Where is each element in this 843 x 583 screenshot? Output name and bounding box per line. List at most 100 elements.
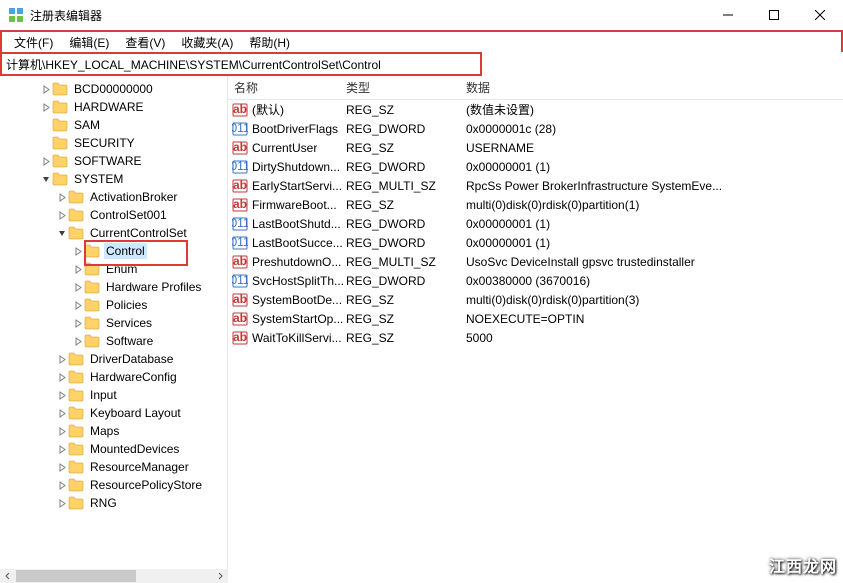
chevron-icon[interactable] bbox=[72, 247, 84, 256]
menubar: 文件(F) 编辑(E) 查看(V) 收藏夹(A) 帮助(H) bbox=[0, 30, 843, 52]
tree-item-controlset001[interactable]: ControlSet001 bbox=[0, 206, 227, 224]
tree-item-label: BCD00000000 bbox=[72, 81, 155, 97]
chevron-icon[interactable] bbox=[56, 211, 68, 220]
values-pane[interactable]: 名称 类型 数据 ab(默认)REG_SZ(数值未设置)011BootDrive… bbox=[228, 76, 843, 569]
column-data[interactable]: 数据 bbox=[466, 79, 843, 96]
chevron-icon[interactable] bbox=[40, 85, 52, 94]
tree-item-system[interactable]: SYSTEM bbox=[0, 170, 227, 188]
value-row[interactable]: abPreshutdownO...REG_MULTI_SZUsoSvc Devi… bbox=[228, 252, 843, 271]
value-row[interactable]: abFirmwareBoot...REG_SZmulti(0)disk(0)rd… bbox=[228, 195, 843, 214]
value-row[interactable]: abSystemBootDe...REG_SZmulti(0)disk(0)rd… bbox=[228, 290, 843, 309]
tree-item-label: Keyboard Layout bbox=[88, 405, 183, 421]
value-name: SystemStartOp... bbox=[252, 312, 343, 326]
chevron-icon[interactable] bbox=[72, 265, 84, 274]
chevron-icon[interactable] bbox=[56, 445, 68, 454]
tree-item-input[interactable]: Input bbox=[0, 386, 227, 404]
tree-item-maps[interactable]: Maps bbox=[0, 422, 227, 440]
chevron-icon[interactable] bbox=[72, 283, 84, 292]
tree-item-resourcepolicystore[interactable]: ResourcePolicyStore bbox=[0, 476, 227, 494]
string-value-icon: ab bbox=[232, 330, 248, 346]
scroll-left-button[interactable] bbox=[0, 569, 16, 583]
value-row[interactable]: abCurrentUserREG_SZUSERNAME bbox=[228, 138, 843, 157]
chevron-icon[interactable] bbox=[72, 301, 84, 310]
chevron-icon[interactable] bbox=[56, 355, 68, 364]
tree-item-driverdatabase[interactable]: DriverDatabase bbox=[0, 350, 227, 368]
folder-icon bbox=[84, 262, 100, 276]
value-row[interactable]: ab(默认)REG_SZ(数值未设置) bbox=[228, 100, 843, 119]
value-row[interactable]: abWaitToKillServi...REG_SZ5000 bbox=[228, 328, 843, 347]
folder-icon bbox=[84, 316, 100, 330]
column-type[interactable]: 类型 bbox=[346, 79, 466, 96]
tree-item-bcd00000000[interactable]: BCD00000000 bbox=[0, 80, 227, 98]
tree-scrollbar[interactable] bbox=[0, 569, 228, 583]
scroll-thumb[interactable] bbox=[16, 570, 136, 582]
tree-item-software[interactable]: SOFTWARE bbox=[0, 152, 227, 170]
folder-icon bbox=[68, 496, 84, 510]
chevron-icon[interactable] bbox=[56, 193, 68, 202]
svg-text:011: 011 bbox=[232, 159, 248, 173]
tree-item-control[interactable]: Control bbox=[0, 242, 227, 260]
tree-item-activationbroker[interactable]: ActivationBroker bbox=[0, 188, 227, 206]
folder-icon bbox=[68, 460, 84, 474]
chevron-icon[interactable] bbox=[56, 481, 68, 490]
tree-item-rng[interactable]: RNG bbox=[0, 494, 227, 512]
folder-icon bbox=[68, 190, 84, 204]
value-row[interactable]: 011DirtyShutdown...REG_DWORD0x00000001 (… bbox=[228, 157, 843, 176]
chevron-icon[interactable] bbox=[56, 229, 68, 238]
svg-text:ab: ab bbox=[233, 140, 247, 154]
value-name: SvcHostSplitTh... bbox=[252, 274, 344, 288]
value-row[interactable]: abEarlyStartServi...REG_MULTI_SZRpcSs Po… bbox=[228, 176, 843, 195]
menu-edit[interactable]: 编辑(E) bbox=[61, 32, 117, 53]
folder-icon bbox=[52, 118, 68, 132]
tree-item-enum[interactable]: Enum bbox=[0, 260, 227, 278]
chevron-icon[interactable] bbox=[56, 409, 68, 418]
maximize-button[interactable] bbox=[751, 0, 797, 30]
scroll-right-button[interactable] bbox=[212, 569, 228, 583]
chevron-icon[interactable] bbox=[72, 337, 84, 346]
minimize-button[interactable] bbox=[705, 0, 751, 30]
scroll-track[interactable] bbox=[16, 569, 212, 583]
tree-item-resourcemanager[interactable]: ResourceManager bbox=[0, 458, 227, 476]
tree-item-software[interactable]: Software bbox=[0, 332, 227, 350]
value-data: 0x0000001c (28) bbox=[466, 122, 843, 136]
menu-view[interactable]: 查看(V) bbox=[117, 32, 173, 53]
address-bar[interactable]: 计算机\HKEY_LOCAL_MACHINE\SYSTEM\CurrentCon… bbox=[0, 52, 482, 76]
close-button[interactable] bbox=[797, 0, 843, 30]
tree-item-sam[interactable]: SAM bbox=[0, 116, 227, 134]
tree-item-hardware[interactable]: HARDWARE bbox=[0, 98, 227, 116]
menu-help[interactable]: 帮助(H) bbox=[241, 32, 298, 53]
window-controls bbox=[705, 0, 843, 30]
chevron-icon[interactable] bbox=[72, 319, 84, 328]
tree-item-keyboard-layout[interactable]: Keyboard Layout bbox=[0, 404, 227, 422]
value-row[interactable]: 011BootDriverFlagsREG_DWORD0x0000001c (2… bbox=[228, 119, 843, 138]
value-data: RpcSs Power BrokerInfrastructure SystemE… bbox=[466, 179, 843, 193]
chevron-icon[interactable] bbox=[56, 373, 68, 382]
value-row[interactable]: 011SvcHostSplitTh...REG_DWORD0x00380000 … bbox=[228, 271, 843, 290]
tree-item-mounteddevices[interactable]: MountedDevices bbox=[0, 440, 227, 458]
tree-item-services[interactable]: Services bbox=[0, 314, 227, 332]
chevron-icon[interactable] bbox=[56, 463, 68, 472]
tree-item-currentcontrolset[interactable]: CurrentControlSet bbox=[0, 224, 227, 242]
value-row[interactable]: 011LastBootShutd...REG_DWORD0x00000001 (… bbox=[228, 214, 843, 233]
chevron-icon[interactable] bbox=[56, 391, 68, 400]
chevron-icon[interactable] bbox=[56, 499, 68, 508]
value-row[interactable]: 011LastBootSucce...REG_DWORD0x00000001 (… bbox=[228, 233, 843, 252]
chevron-icon[interactable] bbox=[40, 157, 52, 166]
column-name[interactable]: 名称 bbox=[228, 79, 346, 96]
chevron-icon[interactable] bbox=[40, 175, 52, 184]
chevron-icon[interactable] bbox=[56, 427, 68, 436]
tree-item-hardwareconfig[interactable]: HardwareConfig bbox=[0, 368, 227, 386]
tree-item-policies[interactable]: Policies bbox=[0, 296, 227, 314]
tree-item-security[interactable]: SECURITY bbox=[0, 134, 227, 152]
value-type: REG_DWORD bbox=[346, 217, 466, 231]
tree-item-hardware-profiles[interactable]: Hardware Profiles bbox=[0, 278, 227, 296]
value-row[interactable]: abSystemStartOp...REG_SZ NOEXECUTE=OPTIN bbox=[228, 309, 843, 328]
value-name: WaitToKillServi... bbox=[252, 331, 342, 345]
value-data: NOEXECUTE=OPTIN bbox=[466, 312, 843, 326]
svg-text:ab: ab bbox=[233, 197, 247, 211]
menu-file[interactable]: 文件(F) bbox=[6, 32, 61, 53]
menu-favorites[interactable]: 收藏夹(A) bbox=[173, 32, 241, 53]
tree-pane[interactable]: BCD00000000HARDWARESAMSECURITYSOFTWARESY… bbox=[0, 76, 228, 569]
chevron-icon[interactable] bbox=[40, 103, 52, 112]
tree-item-label: DriverDatabase bbox=[88, 351, 175, 367]
